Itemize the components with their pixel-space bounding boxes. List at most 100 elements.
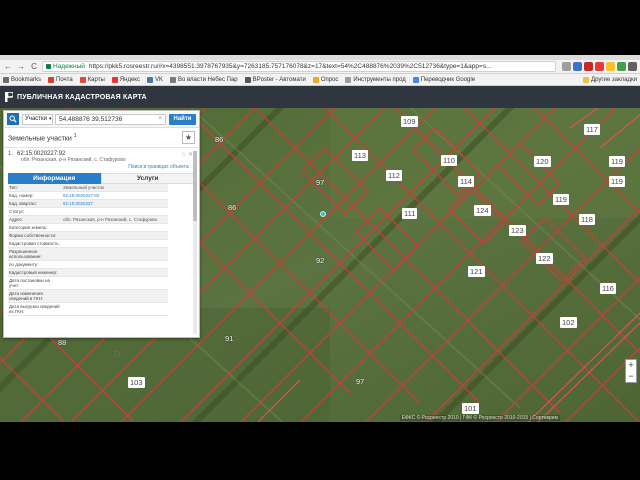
- address-bar[interactable]: Надежный https://pkk5.rosreestr.ru/#x=43…: [42, 61, 556, 72]
- results-count: 1: [73, 132, 77, 139]
- result-index: 1.: [8, 151, 14, 157]
- site-title: ПУБЛИЧНАЯ КАДАСТРОВАЯ КАРТА: [17, 93, 147, 101]
- search-icon[interactable]: [7, 113, 19, 125]
- search-within-link[interactable]: Поиск в границах объекта →: [8, 164, 195, 170]
- bookmark-item[interactable]: Во власти Небес Пар: [170, 76, 238, 83]
- info-value[interactable]: 62:15:0020227: [62, 200, 168, 207]
- other-bookmarks[interactable]: Другие закладки: [583, 76, 637, 83]
- result-address: обл. Рязанская, р-н Рязанский, с. Стафур…: [21, 157, 126, 163]
- bookmark-item[interactable]: BPoster - Автомати: [244, 76, 306, 83]
- info-key: Кад. номер:: [9, 193, 34, 198]
- tab-services[interactable]: Услуги: [100, 173, 195, 184]
- url-text: https://pkk5.rosreestr.ru/#x=4398551.397…: [88, 63, 492, 70]
- bookmark-item[interactable]: Карты: [79, 76, 105, 83]
- info-key: по документу:: [9, 262, 39, 267]
- extension-icon[interactable]: [573, 62, 582, 71]
- parcel-number: 86: [215, 135, 224, 144]
- bookmark-item[interactable]: Переводчик Google: [412, 76, 475, 83]
- info-value[interactable]: 62:15:0020227:92: [62, 192, 168, 199]
- bookmark-item[interactable]: Опрос: [312, 76, 338, 83]
- parcel-label: 121: [468, 266, 485, 277]
- tab-information[interactable]: Информация: [8, 173, 101, 184]
- search-panel: Участки ▾ 54,488876 39,512736 × Найти Зе…: [3, 110, 200, 357]
- zoom-out-button[interactable]: −: [628, 371, 633, 382]
- extension-icon[interactable]: [617, 62, 626, 71]
- info-key: Дата выгрузки сведений из ГКН:: [9, 304, 60, 314]
- site-header: ПУБЛИЧНАЯ КАДАСТРОВАЯ КАРТА: [0, 86, 640, 108]
- back-icon[interactable]: ←: [3, 62, 13, 72]
- info-row: Дата выгрузки сведений из ГКН:: [8, 303, 168, 316]
- clear-icon[interactable]: ×: [158, 115, 162, 124]
- info-key: Кад. квартал:: [9, 201, 37, 206]
- secure-indicator: Надежный: [46, 63, 85, 70]
- info-key: Адрес:: [9, 217, 24, 222]
- bookmark-item[interactable]: Инструменты прод: [345, 76, 406, 83]
- parcel-label: 117: [584, 124, 600, 135]
- chevron-down-icon: ▾: [49, 116, 52, 122]
- reload-icon[interactable]: C: [29, 62, 39, 72]
- bookmark-item[interactable]: Яндекс: [111, 76, 140, 83]
- info-row: Тип: Земельный участок: [8, 184, 168, 192]
- info-value: [62, 208, 168, 215]
- info-value: [62, 269, 168, 276]
- extension-icon[interactable]: [606, 62, 615, 71]
- info-key: Разрешенное использование:: [9, 249, 42, 259]
- menu-icon[interactable]: [628, 62, 637, 71]
- info-key: Статус:: [9, 209, 25, 214]
- parcel-label: 122: [536, 253, 553, 264]
- info-row: Кад. квартал: 62:15:0020227: [8, 200, 168, 208]
- info-row: Кад. номер: 62:15:0020227:92: [8, 192, 168, 200]
- extension-icon[interactable]: [595, 62, 604, 71]
- info-row: Категория земель:: [8, 224, 168, 232]
- info-value: [62, 303, 168, 315]
- result-action-icons[interactable]: ☆ ✕: [181, 151, 193, 158]
- loading-spinner-icon: [114, 351, 120, 357]
- parcel-number: 91: [225, 334, 234, 343]
- bookmark-favicon-icon: [412, 76, 419, 83]
- info-row: по документу:: [8, 261, 168, 269]
- info-row: Кадастровый инженер:: [8, 269, 168, 277]
- info-value: [62, 248, 168, 260]
- results-header: Земельные участки 1 ★: [4, 128, 199, 148]
- info-key: Категория земель:: [9, 225, 48, 230]
- parcel-number: 92: [316, 256, 325, 265]
- zoom-in-button[interactable]: +: [628, 360, 633, 371]
- parcel-label: 118: [579, 214, 595, 225]
- bookmark-item[interactable]: Почта: [48, 76, 73, 83]
- star-bookmark-icon[interactable]: [562, 62, 571, 71]
- search-input[interactable]: 54,488876 39,512736 ×: [55, 113, 166, 125]
- parcel-label: 112: [386, 170, 402, 181]
- panel-scrollbar[interactable]: [193, 151, 197, 334]
- info-value: [62, 261, 168, 268]
- bookmark-favicon-icon: [79, 76, 86, 83]
- bookmark-item[interactable]: Bookmarks: [3, 76, 41, 83]
- forward-icon[interactable]: →: [16, 62, 26, 72]
- parcel-number: 86: [228, 203, 237, 212]
- info-table: Тип: Земельный участок Кад. номер: 62:15:00…: [8, 184, 168, 316]
- info-row: Адрес: обл. Рязанская, р-н Рязанский, с. …: [8, 216, 168, 224]
- bookmark-favicon-icon: [244, 76, 251, 83]
- zoom-control: + −: [625, 359, 637, 383]
- info-value: [62, 240, 168, 247]
- parcel-label: 110: [441, 155, 457, 166]
- info-value: [62, 290, 168, 302]
- favorites-star-button[interactable]: ★: [182, 131, 195, 144]
- parcel-label: 119: [609, 156, 625, 167]
- map-attribution: ЕФКС © Росреестр 2010 | ГФК © Росреестр …: [399, 415, 560, 421]
- info-key: Дата изменения сведений в ГКН:: [9, 291, 44, 301]
- scrollbar-thumb[interactable]: [193, 151, 197, 221]
- bookmark-favicon-icon: [312, 76, 319, 83]
- result-item[interactable]: 1. 62:15:0020227:92 обл. Рязанская, р-н …: [4, 148, 199, 170]
- extension-icon[interactable]: [584, 62, 593, 71]
- parcel-label: 111: [402, 208, 418, 219]
- parcel-label: 119: [553, 194, 569, 205]
- parcel-label: 116: [600, 283, 616, 294]
- parcel-number: 97: [356, 377, 365, 386]
- bookmark-favicon-icon: [48, 76, 55, 83]
- object-type-select[interactable]: Участки ▾: [22, 113, 53, 125]
- info-row: Кадастровая стоимость:: [8, 240, 168, 248]
- bookmark-item[interactable]: VK: [146, 76, 163, 83]
- info-key: Кадастровый инженер:: [9, 270, 58, 275]
- find-button[interactable]: Найти: [169, 113, 196, 125]
- parcel-number: 88: [58, 338, 67, 347]
